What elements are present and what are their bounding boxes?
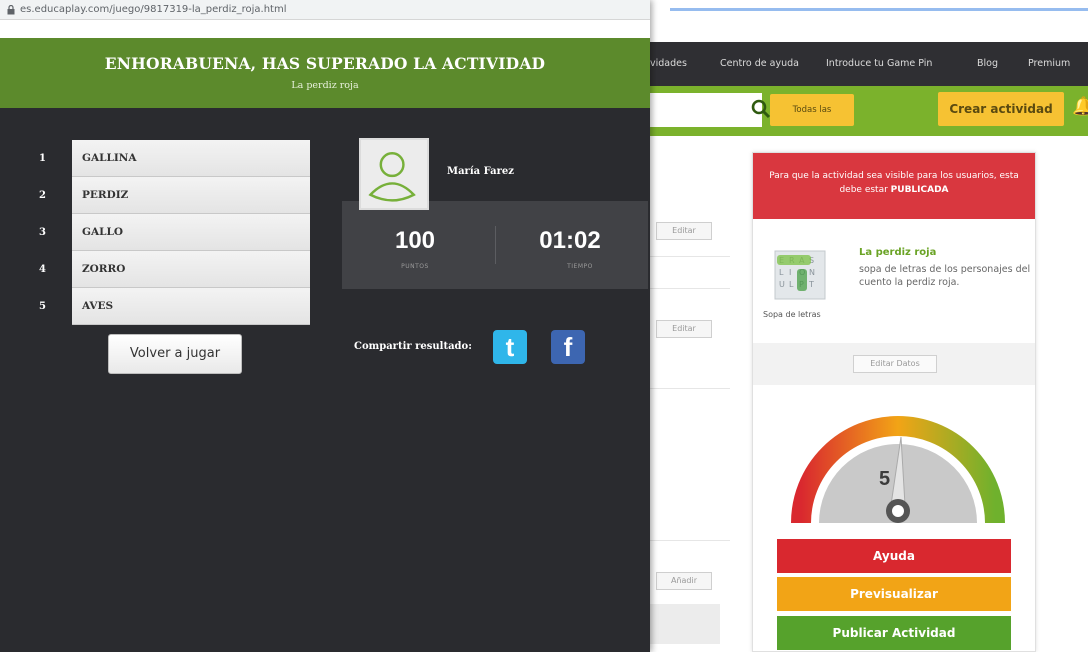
word-row: 3 GALLO (30, 214, 310, 251)
result-popup-window: es.educaplay.com/juego/9817319-la_perdiz… (0, 0, 650, 652)
facebook-share-button[interactable]: f (551, 330, 585, 364)
twitter-icon: t (505, 332, 515, 362)
divider (650, 288, 730, 289)
svg-text:N: N (809, 268, 815, 277)
avatar (359, 138, 429, 210)
svg-text:L: L (789, 280, 794, 289)
twitter-share-button[interactable]: t (493, 330, 527, 364)
site-search-bar: Todas las actividades Crear actividad 🔔 (650, 86, 1088, 147)
thumbnail-label: Sopa de letras (763, 310, 821, 319)
word-row: 4 ZORRO (30, 251, 310, 288)
nav-item-help-center[interactable]: Centro de ayuda (720, 58, 799, 69)
word-text: AVES (72, 288, 310, 325)
svg-text:T: T (808, 280, 814, 289)
play-again-button[interactable]: Volver a jugar (108, 334, 242, 374)
all-activities-button[interactable]: Todas las actividades (770, 94, 854, 147)
site-nav: vidades Centro de ayuda Introduce tu Gam… (650, 42, 1088, 86)
result-header: ENHORABUENA, HAS SUPERADO LA ACTIVIDAD L… (0, 38, 650, 108)
add-button[interactable]: Añadir (656, 572, 712, 590)
lock-icon (7, 5, 15, 15)
user-icon (368, 152, 416, 202)
nav-item-blog[interactable]: Blog (977, 58, 998, 69)
word-number: 1 (39, 153, 46, 164)
address-bar[interactable]: es.educaplay.com/juego/9817319-la_perdiz… (0, 0, 650, 20)
word-row: 2 PERDIZ (30, 177, 310, 214)
page-top-spacer (0, 20, 650, 38)
activity-name: La perdiz roja (291, 80, 359, 91)
edit-data-button[interactable]: Editar Datos (853, 355, 937, 373)
result-title: ENHORABUENA, HAS SUPERADO LA ACTIVIDAD (104, 54, 546, 73)
alert-bold: PUBLICADA (890, 185, 949, 195)
bell-icon[interactable]: 🔔 (1072, 96, 1088, 117)
word-number: 4 (39, 264, 46, 275)
word-text: PERDIZ (72, 177, 310, 214)
gauge-value: 5 (879, 468, 890, 490)
panel-actions: Editar Datos (753, 343, 1035, 385)
word-text: GALLO (72, 214, 310, 251)
word-number: 5 (39, 301, 46, 312)
found-words-list: 1 GALLINA 2 PERDIZ 3 GALLO 4 ZORRO 5 AVE… (30, 140, 310, 325)
edit-button[interactable]: Editar (656, 222, 712, 240)
word-text: GALLINA (72, 140, 310, 177)
search-icon[interactable] (750, 98, 772, 120)
activity-description: sopa de letras de los personajes del cue… (859, 264, 1031, 288)
time-value: 01:02 (539, 227, 601, 254)
time-label: TIEMPO (567, 263, 593, 270)
create-activity-button[interactable]: Crear actividad (938, 92, 1064, 126)
edit-button[interactable]: Editar (656, 320, 712, 338)
publish-activity-button[interactable]: Publicar Actividad (777, 616, 1011, 650)
word-number: 3 (39, 227, 46, 238)
divider (650, 540, 730, 541)
word-row: 5 AVES (30, 288, 310, 325)
divider (650, 256, 730, 257)
url-text[interactable]: es.educaplay.com/juego/9817319-la_perdiz… (20, 4, 287, 15)
divider (650, 388, 730, 389)
nav-item-premium[interactable]: Premium (1028, 58, 1070, 69)
browser-tab-strip (650, 0, 1088, 42)
search-input[interactable] (650, 93, 762, 127)
quality-gauge-icon: 5 (791, 416, 1005, 524)
word-row: 1 GALLINA (30, 140, 310, 177)
svg-text:U: U (779, 280, 785, 289)
share-label: Compartir resultado: (354, 341, 472, 352)
nav-item-game-pin[interactable]: Introduce tu Game Pin (826, 58, 932, 69)
help-button[interactable]: Ayuda (777, 539, 1011, 573)
activity-side-panel: Para que la actividad sea visible para l… (752, 152, 1036, 652)
facebook-icon: f (563, 332, 573, 362)
word-text: ZORRO (72, 251, 310, 288)
svg-text:I: I (789, 268, 791, 277)
activity-title[interactable]: La perdiz roja (859, 247, 936, 258)
divider (495, 226, 496, 264)
user-name: María Farez (447, 166, 514, 177)
publish-alert: Para que la actividad sea visible para l… (753, 153, 1035, 219)
content-block (650, 604, 720, 644)
word-search-thumbnail-icon: ERAS LION ULPT (774, 250, 826, 300)
points-value: 100 (394, 227, 436, 254)
word-number: 2 (39, 190, 46, 201)
points-label: PUNTOS (401, 263, 429, 270)
preview-button[interactable]: Previsualizar (777, 577, 1011, 611)
nav-item-activities[interactable]: vidades (650, 58, 687, 69)
svg-text:L: L (779, 268, 784, 277)
